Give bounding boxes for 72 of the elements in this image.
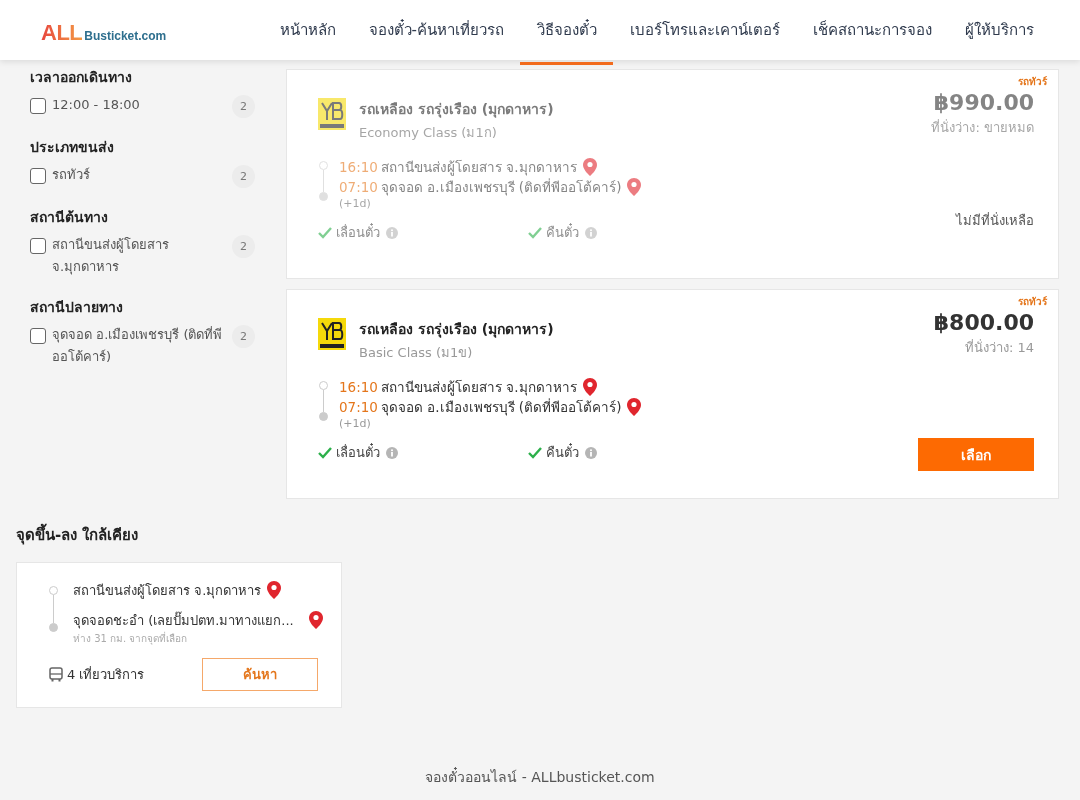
policy-label: คืนตั๋ว	[546, 442, 579, 462]
count-badge: 2	[232, 325, 255, 348]
seats-available: ที่นั่งว่าง: ขายหมด	[931, 118, 1034, 137]
checkbox[interactable]	[30, 98, 46, 114]
trip-count: 4 เที่ยวบริการ	[67, 665, 145, 684]
price: ฿990.00	[933, 90, 1034, 115]
section-heading: จุดขึ้น-ลง ใกล้เคียง	[16, 523, 1080, 547]
info-icon	[585, 226, 597, 239]
policy-label: เลื่อนตั๋ว	[336, 222, 380, 242]
nav-tab[interactable]: ผู้ให้บริการ	[948, 0, 1051, 65]
sold-out-status: ไม่มีที่นั่งเหลือ	[956, 211, 1034, 230]
info-icon	[386, 226, 398, 239]
nav-tab[interactable]: หน้าหลัก	[263, 0, 352, 65]
station-name: สถานีขนส่งผู้โดยสาร จ.มุกดาหาร	[381, 378, 577, 398]
bus-icon	[49, 667, 63, 682]
filter-heading: เวลาออกเดินทาง	[30, 68, 133, 87]
filter-label: สถานีขนส่งผู้โดยสาร จ.มุกดาหาร	[52, 236, 170, 277]
station-name: สถานีขนส่งผู้โดยสาร จ.มุกดาหาร	[381, 158, 577, 178]
station-name: จุดจอด อ.เมืองเพชรบุรี (ติดที่พีออโต้คาร์)	[381, 397, 622, 418]
check-icon	[318, 226, 332, 239]
checkbox[interactable]	[30, 238, 46, 254]
day-offset: (+1d)	[339, 417, 372, 430]
bus-class: Economy Class (ม1ก)	[359, 124, 498, 142]
station-name: สถานีขนส่งผู้โดยสาร จ.มุกดาหาร	[73, 581, 262, 601]
filter-heading: สถานีต้นทาง	[30, 208, 109, 227]
count-badge: 2	[232, 235, 255, 258]
info-icon	[585, 446, 597, 459]
filter-heading: ประเภทขนส่ง	[30, 138, 115, 157]
filter-label: 12:00 - 18:00	[52, 96, 141, 114]
policy-label: คืนตั๋ว	[546, 222, 579, 242]
station-name: จุดจอด อ.เมืองเพชรบุรี (ติดที่พีออโต้คาร์)	[381, 177, 622, 198]
location-pin-icon	[627, 398, 642, 416]
check-icon	[318, 446, 332, 459]
distance-note: ห่าง 31 กม. จากจุดที่เลือก	[73, 631, 189, 646]
bus-class: Basic Class (ม1ข)	[359, 344, 474, 362]
nav-tab[interactable]: เช็คสถานะการจอง	[796, 0, 949, 65]
time: 16:10	[339, 379, 375, 395]
station-name: จุดจอดชะอำ (เลยปั๊มปตท.มาทางแยก...	[73, 610, 294, 631]
day-offset: (+1d)	[339, 197, 372, 210]
bus-type-tag: รถทัวร์	[1018, 294, 1047, 309]
seats-available: ที่นั่งว่าง: 14	[964, 338, 1034, 357]
checkbox[interactable]	[30, 328, 46, 344]
check-icon	[528, 226, 542, 239]
time: 07:10	[339, 179, 375, 195]
nav-tab[interactable]: จองตั๋ว-ค้นหาเที่ยวรถ	[352, 0, 521, 65]
price: ฿800.00	[933, 310, 1034, 335]
time: 16:10	[339, 159, 375, 175]
filter-label: จุดจอด อ.เมืองเพชรบุรี (ติดที่พีออโต้คาร์)	[52, 325, 224, 366]
logo[interactable]: ALL Busticket.com	[41, 20, 263, 46]
check-icon	[528, 446, 542, 459]
count-badge: 2	[232, 95, 255, 118]
filter-label: รถทัวร์	[52, 166, 91, 184]
location-pin-icon	[582, 378, 597, 396]
footer-text: จองตั๋วออนไลน์ - ALLbusticket.com	[425, 769, 655, 785]
operator-logo	[318, 98, 346, 130]
location-pin-icon	[309, 611, 323, 629]
info-icon	[386, 446, 398, 459]
location-pin-icon	[267, 581, 282, 599]
logo-text: Busticket.com	[84, 29, 167, 43]
operator-name: รถเหลือง รถรุ่งเรือง (มุกดาหาร)	[359, 100, 554, 120]
nav-tab[interactable]: เบอร์โทรและเคาน์เตอร์	[613, 0, 797, 65]
count-badge: 2	[232, 165, 255, 188]
time: 07:10	[339, 399, 375, 415]
bus-type-tag: รถทัวร์	[1018, 74, 1047, 89]
checkbox[interactable]	[30, 168, 46, 184]
nav-tab[interactable]: วิธีจองตั๋ว	[520, 0, 614, 65]
operator-name: รถเหลือง รถรุ่งเรือง (มุกดาหาร)	[359, 320, 554, 340]
operator-logo	[318, 318, 346, 350]
location-pin-icon	[627, 178, 642, 196]
filter-heading: สถานีปลายทาง	[30, 298, 124, 317]
policy-label: เลื่อนตั๋ว	[336, 442, 380, 462]
location-pin-icon	[582, 158, 597, 176]
